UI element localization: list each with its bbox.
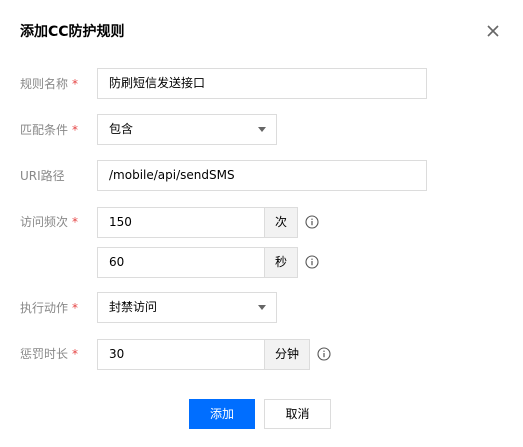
- dialog-title: 添加CC防护规则: [20, 24, 125, 40]
- close-icon[interactable]: [484, 22, 502, 40]
- uri-path-label: URI路径: [20, 169, 65, 183]
- match-condition-value: 包含: [109, 122, 134, 136]
- frequency-seconds-input[interactable]: 60: [97, 247, 265, 278]
- action-label: 执行动作 *: [20, 301, 79, 315]
- required-mark: *: [72, 215, 79, 229]
- cc-rule-dialog: 添加CC防护规则 规则名称 * 防刷短信发送接口 匹配条件 * 包含 URI路径 /…: [0, 0, 523, 447]
- frequency-count-unit: 次: [264, 207, 298, 238]
- uri-path-input[interactable]: /mobile/api/sendSMS: [97, 160, 427, 191]
- info-icon[interactable]: [305, 255, 319, 269]
- match-condition-label: 匹配条件 *: [20, 123, 79, 137]
- rule-name-input[interactable]: 防刷短信发送接口: [97, 68, 427, 99]
- penalty-duration-unit: 分钟: [264, 339, 310, 370]
- action-value: 封禁访问: [109, 300, 158, 314]
- add-button[interactable]: 添加: [189, 399, 255, 429]
- required-mark: *: [72, 347, 79, 361]
- chevron-down-icon: [258, 127, 266, 132]
- required-mark: *: [72, 301, 79, 315]
- frequency-seconds-unit: 秒: [264, 247, 298, 278]
- penalty-duration-label: 惩罚时长 *: [20, 347, 79, 361]
- info-icon[interactable]: [305, 215, 319, 229]
- required-mark: *: [72, 123, 79, 137]
- action-select[interactable]: 封禁访问: [97, 292, 277, 323]
- penalty-duration-input[interactable]: 30: [97, 339, 265, 370]
- chevron-down-icon: [258, 305, 266, 310]
- info-icon[interactable]: [317, 347, 331, 361]
- required-mark: *: [72, 77, 79, 91]
- match-condition-select[interactable]: 包含: [97, 114, 277, 145]
- frequency-count-input[interactable]: 150: [97, 207, 265, 238]
- cancel-button[interactable]: 取消: [264, 399, 331, 429]
- access-frequency-label: 访问频次 *: [20, 215, 79, 229]
- rule-name-label: 规则名称 *: [20, 77, 79, 91]
